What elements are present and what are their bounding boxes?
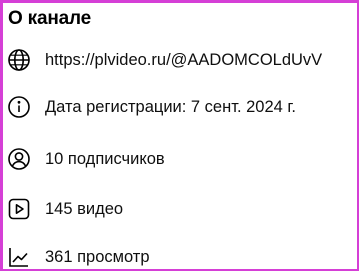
channel-link[interactable]: https://plvideo.ru/@AADOMCOLdUvV <box>45 40 322 80</box>
info-icon <box>7 95 31 119</box>
registration-date: Дата регистрации: 7 сент. 2024 г. <box>45 98 296 116</box>
views-count: 361 просмотр <box>45 248 150 266</box>
videos-row: 145 видео <box>3 189 357 229</box>
subscribers-count: 10 подписчиков <box>45 150 165 168</box>
channel-link-row[interactable]: https://plvideo.ru/@AADOMCOLdUvV <box>3 40 357 80</box>
about-channel-panel: О канале https://plvideo.ru/@AADOMCOLdUv… <box>0 0 359 271</box>
views-row: 361 просмотр <box>3 237 357 269</box>
trend-chart-icon <box>7 245 31 269</box>
subscribers-row: 10 подписчиков <box>3 139 357 179</box>
globe-icon <box>7 48 31 72</box>
user-circle-icon <box>7 147 31 171</box>
section-title: О канале <box>8 8 91 29</box>
videos-count: 145 видео <box>45 200 124 218</box>
play-square-icon <box>7 197 31 221</box>
registration-date-row: Дата регистрации: 7 сент. 2024 г. <box>3 87 357 127</box>
